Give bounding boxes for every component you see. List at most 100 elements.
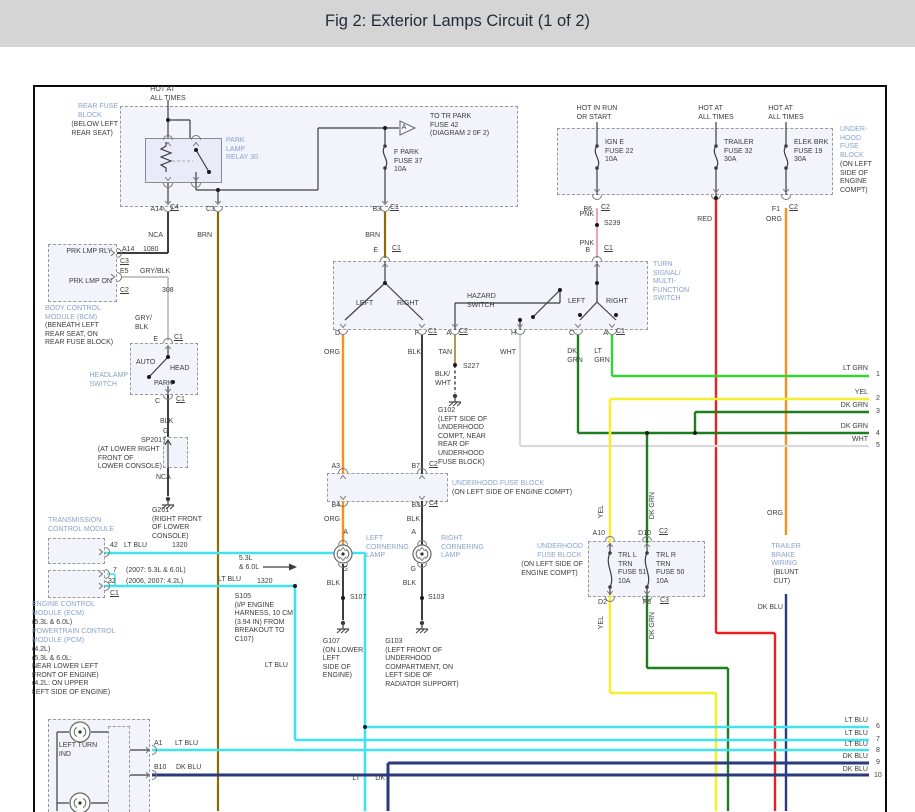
label-c1: C1 xyxy=(392,245,401,254)
label-hot-in-run-or-start: HOT IN RUN OR START xyxy=(577,105,618,122)
labels-layer: HOT AT ALL TIMESREAR FUSE BLOCK(BELOW LE… xyxy=(0,0,915,812)
label-under-hood-fuse-block: UNDER- HOOD FUSE BLOCK xyxy=(840,126,867,160)
label-c1: C1 xyxy=(616,328,625,337)
label-5-3l-6-0l: (5.3L & 6.0L) xyxy=(32,619,72,628)
label-on-left-side-of-engine-compt: (ON LEFT SIDE OF ENGINE COMPT) xyxy=(521,561,583,578)
label-5: 5 xyxy=(876,442,880,451)
label-f1: F1 xyxy=(772,206,780,215)
label-auto: AUTO xyxy=(136,359,155,368)
label-c2: C2 xyxy=(459,328,468,337)
label-c2: C2 xyxy=(601,204,610,213)
label-308: 308 xyxy=(162,287,174,296)
label-trailer-brake-wiring: TRAILER BRAKE WIRING xyxy=(771,543,801,569)
label-lt-blu: LT BLU xyxy=(218,576,241,585)
label-blk: BLK xyxy=(327,580,340,589)
label-pnk: PNK xyxy=(580,211,594,220)
label-e: E xyxy=(153,336,158,345)
label-6: 6 xyxy=(876,723,880,732)
label-f: F xyxy=(415,330,419,339)
label-powertrain-control-module-pc: POWERTRAIN CONTROL MODULE (PCM) xyxy=(32,628,116,645)
label-hot-at-all-times: HOT AT ALL TIMES xyxy=(698,105,733,122)
label-1320: 1320 xyxy=(172,542,188,551)
label-on-left-side-of-engine-compt: (ON LEFT SIDE OF ENGINE COMPT) xyxy=(452,489,572,498)
label-blk-wht: BLK/ WHT xyxy=(435,371,451,388)
label-underhood-fuse-block: UNDERHOOD FUSE BLOCK xyxy=(537,543,583,560)
label-7: 7 xyxy=(876,736,880,745)
label-blk: BLK xyxy=(407,516,420,525)
label-dk-blu: DK BLU xyxy=(758,604,783,613)
label-h: H xyxy=(511,330,516,339)
label-right: RIGHT xyxy=(606,298,628,307)
label-gry-blk: GRY/ BLK xyxy=(135,315,152,332)
label-a14: A14 xyxy=(151,206,163,215)
label-b4: B4 xyxy=(331,502,340,511)
label-to-tr-park-fuse-42-diagram-2: TO TR PARK FUSE 42 (DIAGRAM 2 0F 2) xyxy=(430,113,489,139)
label-5-3l-6-0l: 5.3L & 6.0L xyxy=(239,555,259,572)
label-lt-blu: LT BLU xyxy=(265,662,288,671)
label-s107: S107 xyxy=(350,594,366,603)
label-on-left-side-of-engine-compt: (ON LEFT SIDE OF ENGINE COMPT) xyxy=(840,161,872,195)
label-right: RIGHT xyxy=(397,300,419,309)
label-c2: C2 xyxy=(120,287,129,296)
label-prk-lmp-on: PRK LMP ON xyxy=(69,278,112,287)
label-c3: C3 xyxy=(660,597,669,606)
label-c2: C2 xyxy=(429,461,438,470)
label-tan: TAN xyxy=(439,349,452,358)
label-dk-grn: DK GRN xyxy=(567,348,583,365)
label-42: 42 xyxy=(110,542,118,551)
label-10: 10 xyxy=(874,772,882,781)
wiring-diagram-page: Fig 2: Exterior Lamps Circuit (1 of 2) H… xyxy=(0,0,915,812)
label-c4: C4 xyxy=(429,500,438,509)
label-blk: BLK xyxy=(408,349,421,358)
label-b: B xyxy=(585,247,590,256)
label-blk: BLK xyxy=(403,580,416,589)
label-a: A xyxy=(343,529,348,538)
label-trl-l-trn-fuse-51-10a: TRL L TRN FUSE 51 10A xyxy=(618,552,646,586)
label-g: G xyxy=(343,566,348,575)
label-brn: BRN xyxy=(197,232,212,241)
label-c2: C2 xyxy=(789,204,798,213)
label-c1: C1 xyxy=(428,328,437,337)
label-org: ORG xyxy=(324,516,340,525)
label-turn-signal-multi-function-s: TURN SIGNAL/ MULTI- FUNCTION SWITCH xyxy=(653,261,689,304)
label-gry-blk: GRY/BLK xyxy=(140,268,170,277)
label-lt-blu: LT BLU xyxy=(845,741,868,750)
label-g201-right-front-of-lower-co: G201 (RIGHT FRONT OF LOWER CONSOLE) xyxy=(152,507,202,541)
label-body-control-module-bcm: BODY CONTROL MODULE (BCM) xyxy=(45,305,101,322)
label-ign-e-fuse-22-10a: IGN E FUSE 22 10A xyxy=(605,139,633,165)
label-g107-on-lower-left-side-of-e: G107 (ON LOWER LEFT SIDE OF ENGINE) xyxy=(323,638,363,681)
label-sp201: SP201 [ xyxy=(141,437,166,446)
label-trailer-fuse-32-30a: TRAILER FUSE 32 30A xyxy=(724,139,754,165)
label-dk-grn: DK GRN xyxy=(649,492,658,519)
label-dk-grn: DK GRN xyxy=(841,402,868,411)
label-f-park-fuse-37-10a: F PARK FUSE 37 10A xyxy=(394,149,422,175)
label-dk-blu: DK BLU xyxy=(176,764,201,773)
label-1: 1 xyxy=(876,371,880,380)
label-s239: S239 xyxy=(604,220,620,229)
label-a14: A14 xyxy=(122,246,134,255)
label-9: 9 xyxy=(876,759,880,768)
label-e: E xyxy=(373,247,378,256)
label-2: 2 xyxy=(876,395,880,404)
label-org: ORG xyxy=(767,510,783,519)
label-g103-left-front-of-underhood: G103 (LEFT FRONT OF UNDERHOOD COMPARTMEN… xyxy=(385,638,459,690)
label-lt-grn: LT GRN xyxy=(594,348,610,365)
label-c1: C1 xyxy=(390,204,399,213)
label-c2: C2 xyxy=(659,528,668,537)
label-7: 7 xyxy=(113,567,117,576)
label-g102-left-side-of-underhood-: G102 (LEFT SIDE OF UNDERHOOD COMPT, NEAR… xyxy=(438,407,487,467)
label-hot-at-all-times: HOT AT ALL TIMES xyxy=(768,105,803,122)
label-s227: S227 xyxy=(463,363,479,372)
label-c1: C1 xyxy=(176,396,185,405)
label-wht: WHT xyxy=(852,436,868,445)
label-lt-grn: LT GRN xyxy=(843,365,868,374)
label-d10: D10 xyxy=(638,530,651,539)
label-4-2l-5-3l-6-0l-near-lower-le: (4.2L) (5.3L & 6.0L: NEAR LOWER LEFT FRO… xyxy=(32,646,110,698)
label-hazard-switch: HAZARD SWITCH xyxy=(467,293,496,310)
label-b7: B7 xyxy=(411,463,420,472)
label-left: LEFT xyxy=(568,298,585,307)
label-below-left-rear-seat: (BELOW LEFT REAR SEAT) xyxy=(71,121,118,138)
label-headlamp-switch: HEADLAMP SWITCH xyxy=(89,372,128,389)
label-4: 4 xyxy=(876,430,880,439)
label-1320: 1320 xyxy=(257,578,273,587)
